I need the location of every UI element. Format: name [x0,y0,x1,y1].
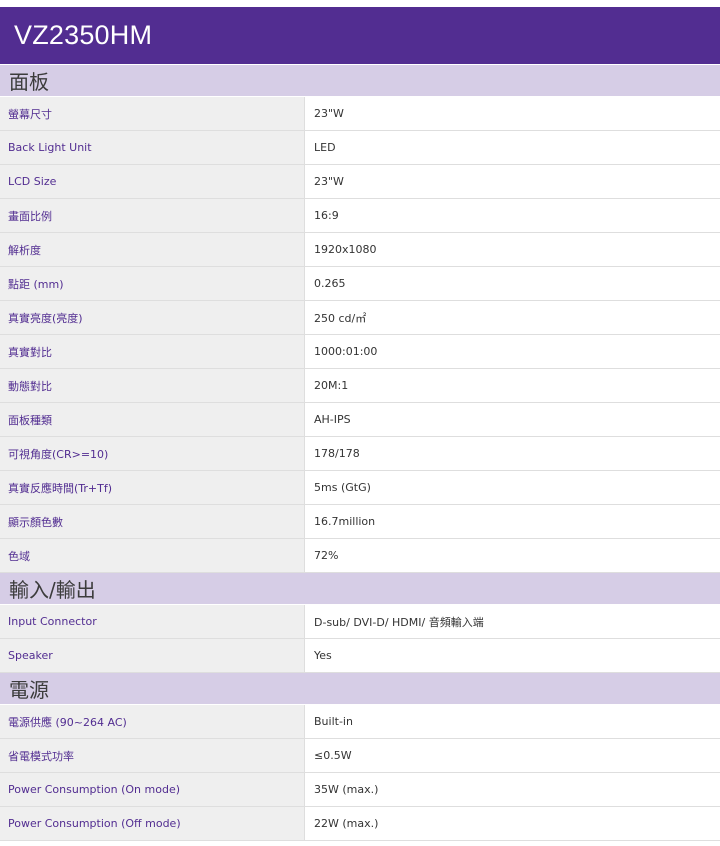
spec-value: 250 cd/㎡ [305,301,720,334]
table-row: Power Consumption (Off mode) 22W (max.) [0,807,720,841]
spec-label: LCD Size [0,165,305,198]
spec-value: 1000:01:00 [305,335,720,368]
table-row: 畫面比例 16:9 [0,199,720,233]
spec-label: Power Consumption (On mode) [0,773,305,806]
spec-label: 畫面比例 [0,199,305,232]
spec-value: 35W (max.) [305,773,720,806]
section-header-power: 電源 [0,673,720,705]
table-row: 電源供應 (90~264 AC) Built-in [0,705,720,739]
spec-table: 面板 螢幕尺寸 23"W Back Light Unit LED LCD Size 2… [0,65,720,841]
section-header-panel: 面板 [0,65,720,97]
spec-value: ≤0.5W [305,739,720,772]
spec-value: D-sub/ DVI-D/ HDMI/ 音頻輸入端 [305,605,720,638]
spec-label: 可視角度(CR>=10) [0,437,305,470]
spec-label: 點距 (mm) [0,267,305,300]
spec-label: Back Light Unit [0,131,305,164]
table-row: 面板種類 AH-IPS [0,403,720,437]
spec-label: 色域 [0,539,305,572]
spec-label: 真實亮度(亮度) [0,301,305,334]
spec-value: 178/178 [305,437,720,470]
section-header-io: 輸入/輸出 [0,573,720,605]
spec-value: 23"W [305,97,720,130]
spec-value: 72% [305,539,720,572]
spec-value: 16:9 [305,199,720,232]
spec-label: 動態對比 [0,369,305,402]
spec-value: Built-in [305,705,720,738]
spec-label: 顯示顏色數 [0,505,305,538]
spec-label: Input Connector [0,605,305,638]
spec-label: 省電模式功率 [0,739,305,772]
table-row: 可視角度(CR>=10) 178/178 [0,437,720,471]
spec-label: Power Consumption (Off mode) [0,807,305,840]
table-row: Power Consumption (On mode) 35W (max.) [0,773,720,807]
table-row: 顯示顏色數 16.7million [0,505,720,539]
spec-value: Yes [305,639,720,672]
spec-value: 22W (max.) [305,807,720,840]
spec-value: 23"W [305,165,720,198]
section-title: 電源 [9,678,49,702]
spec-value: 1920x1080 [305,233,720,266]
spec-label: 真實反應時間(Tr+Tf) [0,471,305,504]
spec-label: 面板種類 [0,403,305,436]
table-row: 色域 72% [0,539,720,573]
spec-value: 0.265 [305,267,720,300]
table-row: 螢幕尺寸 23"W [0,97,720,131]
spec-label: 解析度 [0,233,305,266]
spec-value: AH-IPS [305,403,720,436]
spec-value: LED [305,131,720,164]
spec-page: VZ2350HM 面板 螢幕尺寸 23"W Back Light Unit LED … [0,0,720,846]
page-title: VZ2350HM [14,20,153,50]
table-row: Input Connector D-sub/ DVI-D/ HDMI/ 音頻輸入端 [0,605,720,639]
table-row: 點距 (mm) 0.265 [0,267,720,301]
spec-label: Speaker [0,639,305,672]
table-row: Back Light Unit LED [0,131,720,165]
title-bar: VZ2350HM [0,7,720,64]
table-row: 省電模式功率 ≤0.5W [0,739,720,773]
spec-value: 16.7million [305,505,720,538]
spec-label: 電源供應 (90~264 AC) [0,705,305,738]
spec-label: 真實對比 [0,335,305,368]
table-row: 真實亮度(亮度) 250 cd/㎡ [0,301,720,335]
table-row: Speaker Yes [0,639,720,673]
section-title: 面板 [9,70,49,94]
section-title: 輸入/輸出 [9,578,96,602]
table-row: 真實對比 1000:01:00 [0,335,720,369]
spec-label: 螢幕尺寸 [0,97,305,130]
table-row: 動態對比 20M:1 [0,369,720,403]
table-row: 真實反應時間(Tr+Tf) 5ms (GtG) [0,471,720,505]
spec-value: 20M:1 [305,369,720,402]
spec-value: 5ms (GtG) [305,471,720,504]
table-row: LCD Size 23"W [0,165,720,199]
table-row: 解析度 1920x1080 [0,233,720,267]
